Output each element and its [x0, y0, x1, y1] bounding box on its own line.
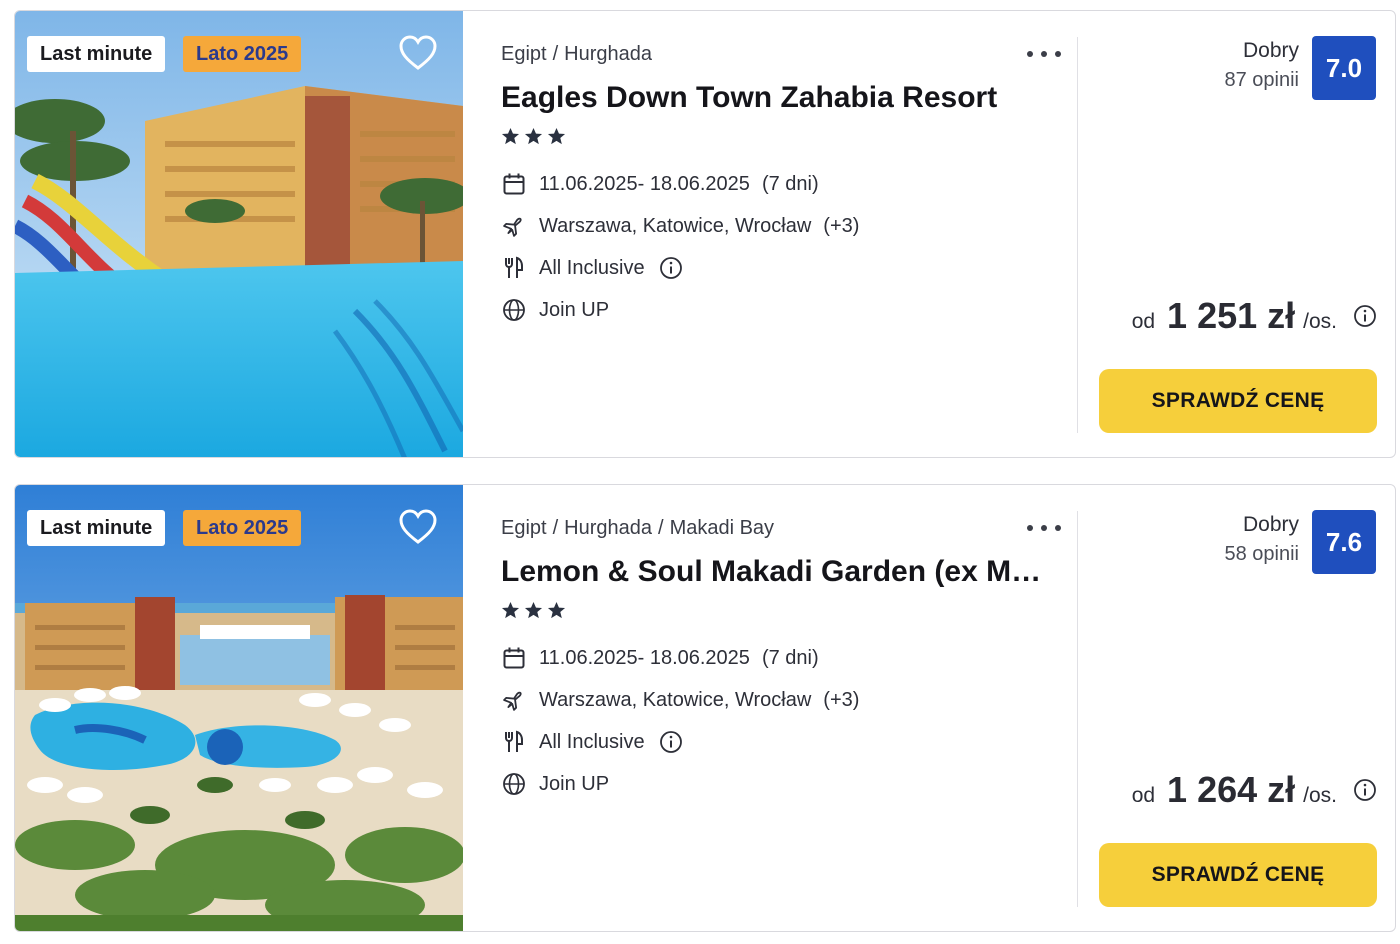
breadcrumb-country[interactable]: Egipt [501, 517, 547, 539]
price-prefix: od [1131, 310, 1156, 333]
more-dots-icon[interactable] [1027, 47, 1061, 61]
rating-label: Dobry [1242, 39, 1299, 62]
heart-outline-icon[interactable] [399, 509, 437, 545]
operator-row: Join UP [501, 771, 609, 797]
breadcrumb-separator: / [552, 43, 559, 65]
offer-card[interactable]: Last minute Lato 2025 Egipt / Hurghada / Mak… [14, 484, 1396, 932]
departure-cities: Warszawa, Katowice, Wrocław [539, 214, 812, 237]
hotel-photo-resort-pool [15, 11, 463, 457]
check-price-button[interactable]: SPRAWDŹ CENĘ [1099, 843, 1377, 907]
more-dots-icon[interactable] [1027, 521, 1061, 535]
star-icon [547, 127, 566, 145]
info-icon[interactable] [1353, 778, 1377, 802]
info-icon[interactable] [1353, 304, 1377, 328]
tour-operator: Join UP [539, 772, 610, 795]
breadcrumb-separator: / [552, 517, 559, 539]
dates-row: 11.06.2025- 18.06.2025 (7 dni) [501, 645, 819, 671]
board-type: All Inclusive [539, 730, 645, 753]
breadcrumb: Egipt / Hurghada [501, 43, 652, 66]
calendar-icon [501, 171, 527, 197]
hotel-photo[interactable]: Last minute Lato 2025 [15, 11, 463, 457]
last-minute-badge: Last minute [27, 510, 166, 546]
dates-row: 11.06.2025- 18.06.2025 (7 dni) [501, 171, 819, 197]
star-rating [501, 601, 566, 620]
breadcrumb: Egipt / Hurghada / Makadi Bay [501, 517, 774, 540]
star-icon [524, 127, 543, 145]
info-icon[interactable] [659, 730, 683, 754]
star-icon [501, 601, 520, 619]
price: od 1 251 zł /os. [1132, 295, 1377, 337]
last-minute-badge: Last minute [27, 36, 166, 72]
globe-icon [501, 771, 527, 797]
departure-cities: Warszawa, Katowice, Wrocław [539, 688, 812, 711]
price-amount: 1 251 zł [1167, 295, 1296, 336]
more-departures[interactable]: (+3) [823, 215, 859, 238]
star-rating [501, 127, 566, 146]
hotel-title[interactable]: Eagles Down Town Zahabia Resort [501, 81, 1046, 115]
offer-info: Egipt / Hurghada Eagles Down Town Zahabia … [501, 11, 1061, 457]
breadcrumb-separator: / [658, 517, 664, 539]
star-icon [547, 601, 566, 619]
departures-row: Warszawa, Katowice, Wrocław (+3) [501, 213, 859, 239]
more-departures[interactable]: (+3) [823, 689, 859, 712]
offer-card[interactable]: Last minute Lato 2025 Egipt / Hurghada Eag… [14, 10, 1396, 458]
board-type: All Inclusive [539, 256, 645, 279]
star-icon [501, 127, 520, 145]
price-prefix: od [1131, 784, 1156, 807]
hotel-photo[interactable]: Last minute Lato 2025 [15, 485, 463, 931]
review-count[interactable]: 58 opinii [1224, 543, 1299, 566]
heart-outline-icon[interactable] [399, 35, 437, 71]
travel-duration: (7 dni) [761, 172, 819, 195]
operator-row: Join UP [501, 297, 609, 323]
star-icon [524, 601, 543, 619]
departures-row: Warszawa, Katowice, Wrocław (+3) [501, 687, 859, 713]
hotel-title[interactable]: Lemon & Soul Makadi Garden (ex Makadi Ga… [501, 555, 1046, 589]
cutlery-icon [501, 729, 527, 755]
breadcrumb-region[interactable]: Hurghada [564, 517, 652, 539]
cutlery-icon [501, 255, 527, 281]
price-panel: Dobry 87 opinii 7.0 od 1 251 zł /os. SPR… [1078, 11, 1395, 457]
offer-info: Egipt / Hurghada / Makadi Bay Lemon & Soul M… [501, 485, 1061, 931]
season-badge: Lato 2025 [183, 510, 302, 546]
price: od 1 264 zł /os. [1132, 769, 1377, 811]
score-badge: 7.6 [1312, 510, 1376, 574]
check-price-button[interactable]: SPRAWDŹ CENĘ [1099, 369, 1377, 433]
travel-duration: (7 dni) [761, 646, 819, 669]
score-badge: 7.0 [1312, 36, 1376, 100]
hotel-photo-garden-pool [15, 485, 463, 931]
travel-dates: 11.06.2025- 18.06.2025 [539, 646, 750, 669]
globe-icon [501, 297, 527, 323]
season-badge: Lato 2025 [183, 36, 302, 72]
calendar-icon [501, 645, 527, 671]
board-row: All Inclusive [501, 255, 683, 281]
rating-label: Dobry [1242, 513, 1299, 536]
price-suffix: /os. [1303, 310, 1337, 333]
tour-operator: Join UP [539, 298, 610, 321]
travel-dates: 11.06.2025- 18.06.2025 [539, 172, 750, 195]
review-count[interactable]: 87 opinii [1224, 69, 1299, 92]
board-row: All Inclusive [501, 729, 683, 755]
breadcrumb-country[interactable]: Egipt [501, 43, 547, 65]
price-panel: Dobry 58 opinii 7.6 od 1 264 zł /os. SPR… [1078, 485, 1395, 931]
breadcrumb-region[interactable]: Hurghada [564, 43, 652, 65]
price-amount: 1 264 zł [1167, 769, 1296, 810]
info-icon[interactable] [659, 256, 683, 280]
price-suffix: /os. [1303, 784, 1337, 807]
plane-icon [501, 213, 527, 239]
breadcrumb-area[interactable]: Makadi Bay [670, 517, 775, 539]
plane-icon [501, 687, 527, 713]
